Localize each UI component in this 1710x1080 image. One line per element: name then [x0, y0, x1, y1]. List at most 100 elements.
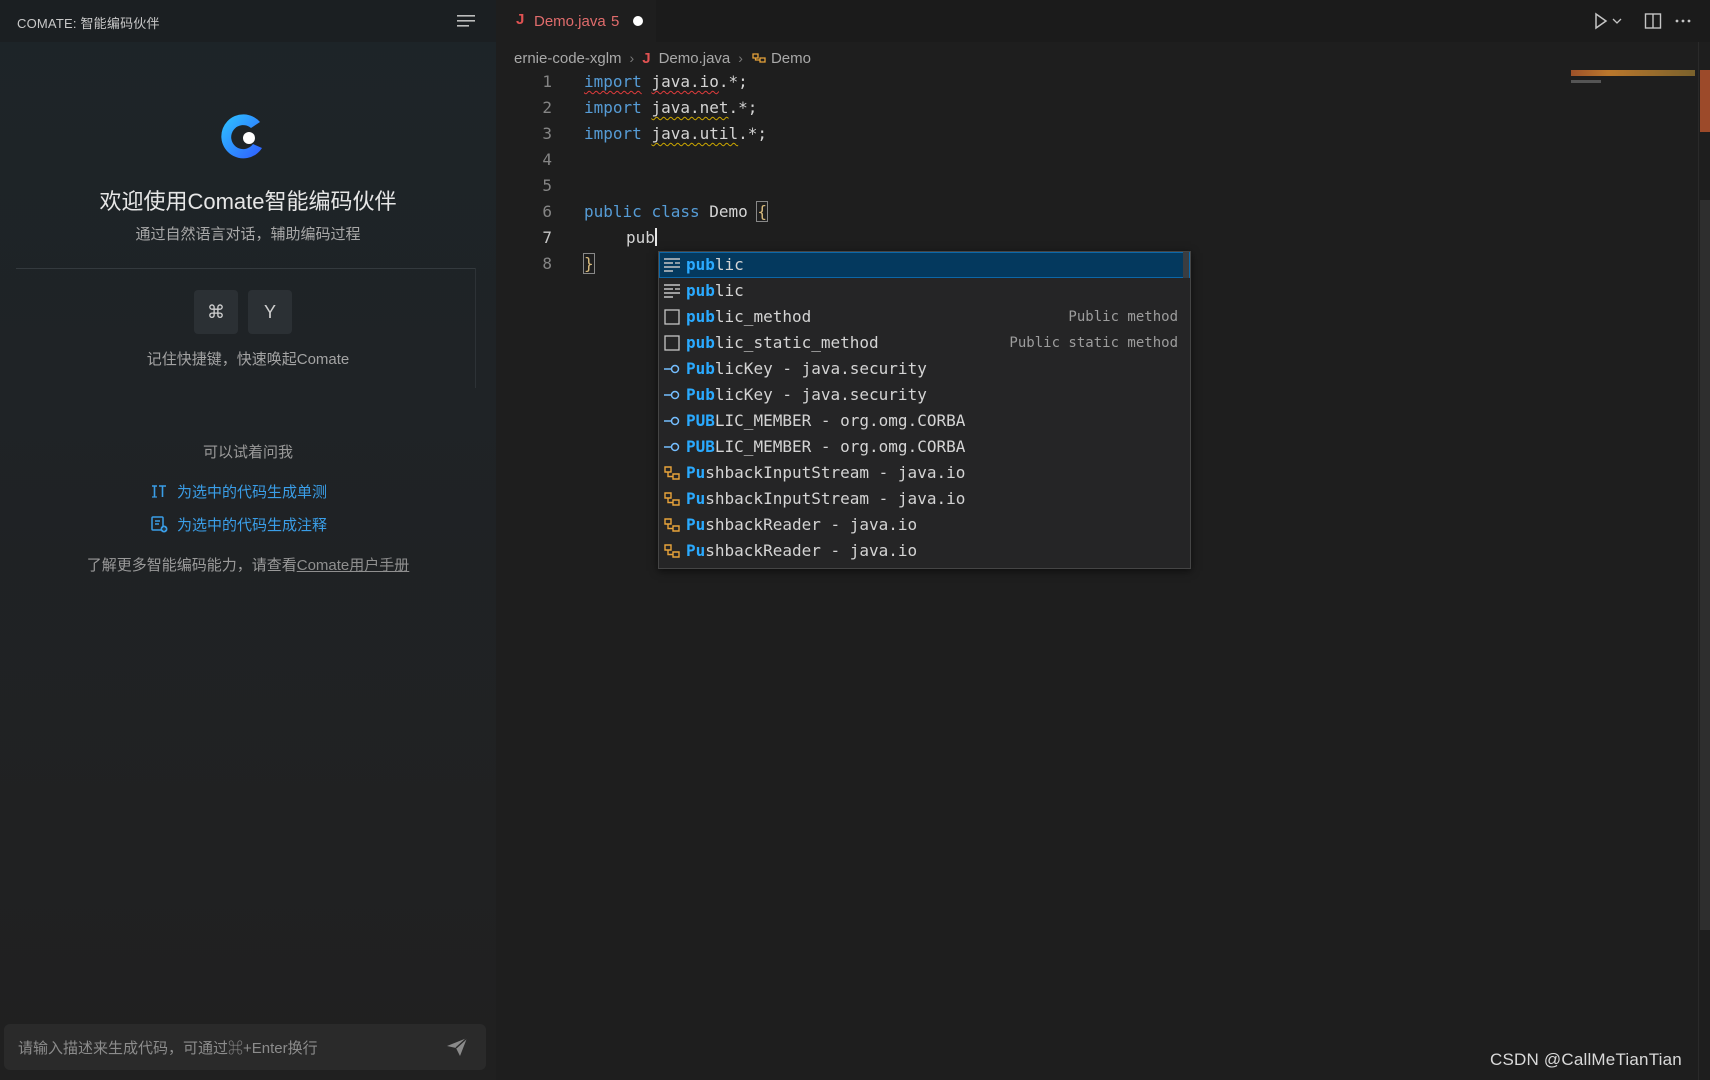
suggestion-item[interactable]: public_method Public method [659, 304, 1190, 330]
class-icon [664, 492, 680, 506]
class-icon [752, 53, 766, 63]
add-comment-icon [151, 516, 168, 533]
import-tail: .*; [728, 98, 758, 117]
tab-demo-java[interactable]: J Demo.java 5 [496, 0, 656, 42]
unit-test-icon [152, 485, 166, 498]
suggestion-item[interactable]: PushbackReader - java.io [659, 538, 1190, 564]
code-line: 2 import java.net.*; [496, 95, 1596, 121]
suggestion-match: Pu [686, 463, 706, 482]
java-file-icon: J [642, 49, 651, 67]
welcome-subtitle: 通过自然语言对话，辅助编码过程 [135, 226, 361, 243]
suggestion-item[interactable]: public_static_method Public static method [659, 330, 1190, 356]
chat-input[interactable] [16, 1036, 440, 1060]
package-name: java.io [651, 72, 719, 91]
more-actions-icon[interactable] [1674, 12, 1692, 30]
split-editor-icon[interactable] [1644, 12, 1662, 30]
suggestion-label: PushbackReader - java.io [686, 512, 917, 538]
code-line: 1 import java.io.*; [496, 69, 1596, 95]
code-line: 4 [496, 147, 1596, 173]
line-number: 2 [542, 98, 552, 117]
java-file-icon: J [516, 11, 525, 28]
suggestion-rest: LIC_MEMBER - org.omg.CORBA [714, 411, 966, 430]
suggestion-match: pub [686, 307, 715, 326]
shortcut-key-cmd: ⌘ [194, 290, 238, 334]
line-content: import java.util.*; [584, 121, 767, 147]
line-number: 3 [542, 124, 552, 143]
suggestion-match: Pub [686, 385, 715, 404]
suggestion-match: Pu [686, 489, 706, 508]
suggestion-add-comment[interactable]: 为选中的代码生成注释 [150, 512, 327, 536]
minimap-error-marker [1571, 70, 1695, 76]
interface-icon [664, 364, 680, 374]
method-box-icon [664, 335, 680, 351]
suggestion-item[interactable]: PushbackInputStream - java.io [659, 486, 1190, 512]
breadcrumb-file[interactable]: Demo.java [659, 50, 731, 67]
scrollbar-thumb[interactable] [1700, 200, 1710, 930]
unsaved-dot-icon[interactable] [633, 16, 643, 26]
divider [16, 268, 476, 269]
text-cursor [654, 228, 657, 246]
suggestion-unit-test[interactable]: 为选中的代码生成单测 [150, 479, 327, 503]
class-icon [664, 466, 680, 480]
import-tail: .*; [718, 72, 748, 91]
suggestion-rest: licKey - java.security [714, 359, 927, 378]
suggestion-item[interactable]: PushbackReader - java.io [659, 512, 1190, 538]
suggestion-item[interactable]: PublicKey - java.security [659, 382, 1190, 408]
breadcrumb-folder[interactable]: ernie-code-xglm [514, 50, 622, 67]
chevron-right-icon: › [629, 50, 635, 66]
breadcrumb: ernie-code-xglm › J Demo.java › Demo [514, 48, 811, 68]
tab-bar: J Demo.java 5 [496, 0, 1710, 42]
line-number: 5 [542, 176, 552, 195]
chevron-right-icon: › [738, 50, 743, 66]
code-line: 6 public class Demo { [496, 199, 1596, 225]
interface-icon [664, 416, 680, 426]
suggestion-scrollbar[interactable] [1183, 252, 1189, 278]
line-content: pub [626, 225, 657, 251]
menu-icon[interactable] [456, 13, 476, 29]
run-icon[interactable] [1594, 12, 1608, 30]
divider [475, 268, 476, 388]
watermark: CSDN @CallMeTianTian [1490, 1050, 1682, 1069]
comate-logo-icon [221, 114, 262, 159]
package-name: java.util [651, 124, 739, 143]
suggestion-rest: shbackInputStream - java.io [705, 489, 966, 508]
suggestion-item[interactable]: PUBLIC_MEMBER - org.omg.CORBA [659, 434, 1190, 460]
suggestion-item[interactable]: PUBLIC_MEMBER - org.omg.CORBA [659, 408, 1190, 434]
chevron-down-icon[interactable] [1612, 12, 1622, 30]
suggestion-detail: Public static method [1009, 335, 1178, 351]
suggestion-item[interactable]: public [659, 278, 1190, 304]
line-content: import java.io.*; [584, 69, 748, 95]
suggestion-item[interactable]: PublicKey - java.security [659, 356, 1190, 382]
learn-more-prefix: 了解更多智能编码能力，请查看 [86, 557, 297, 574]
keyword: import [584, 72, 642, 91]
suggestion-label: PublicKey - java.security [686, 382, 927, 408]
suggestion-item[interactable]: public [659, 252, 1190, 278]
learn-more-text: 了解更多智能编码能力，请查看Comate用户手册 [0, 554, 496, 575]
send-icon[interactable] [446, 1037, 468, 1057]
user-manual-link[interactable]: Comate用户手册 [297, 557, 410, 574]
breadcrumb-symbol[interactable]: Demo [771, 50, 811, 67]
suggestion-rest: lic [714, 281, 744, 300]
comate-sidebar: COMATE: 智能编码伙伴 欢迎使用Comate智能编码伙伴 通过自然语言对话… [0, 0, 496, 1080]
suggestion-label: PushbackReader - java.io [686, 538, 917, 564]
try-asking-title: 可以试着问我 [202, 444, 293, 461]
suggestion-label: public_static_method [686, 330, 879, 356]
suggestion-match: Pu [686, 515, 706, 534]
suggestion-rest: shbackReader - java.io [705, 541, 918, 560]
suggestion-label: public [686, 252, 744, 278]
typed-text: pub [626, 228, 655, 247]
welcome-title: 欢迎使用Comate智能编码伙伴 [99, 189, 397, 214]
class-icon [664, 544, 680, 558]
sidebar-title: COMATE: 智能编码伙伴 [17, 16, 160, 31]
suggestion-detail: Public method [1068, 309, 1178, 325]
overview-error-marker [1700, 70, 1710, 132]
autocomplete-popup: public public public_method Public method pu… [658, 251, 1191, 569]
suggestion-rest: lic_method [714, 307, 812, 326]
line-content: public class Demo { [584, 199, 769, 225]
code-line-active: 7 pub [496, 225, 1596, 251]
line-number: 4 [542, 150, 552, 169]
suggestion-label: PushbackInputStream - java.io [686, 486, 965, 512]
suggestion-match: PUB [686, 437, 715, 456]
suggestion-item[interactable]: PushbackInputStream - java.io [659, 460, 1190, 486]
suggestion-label: 为选中的代码生成单测 [177, 483, 328, 501]
